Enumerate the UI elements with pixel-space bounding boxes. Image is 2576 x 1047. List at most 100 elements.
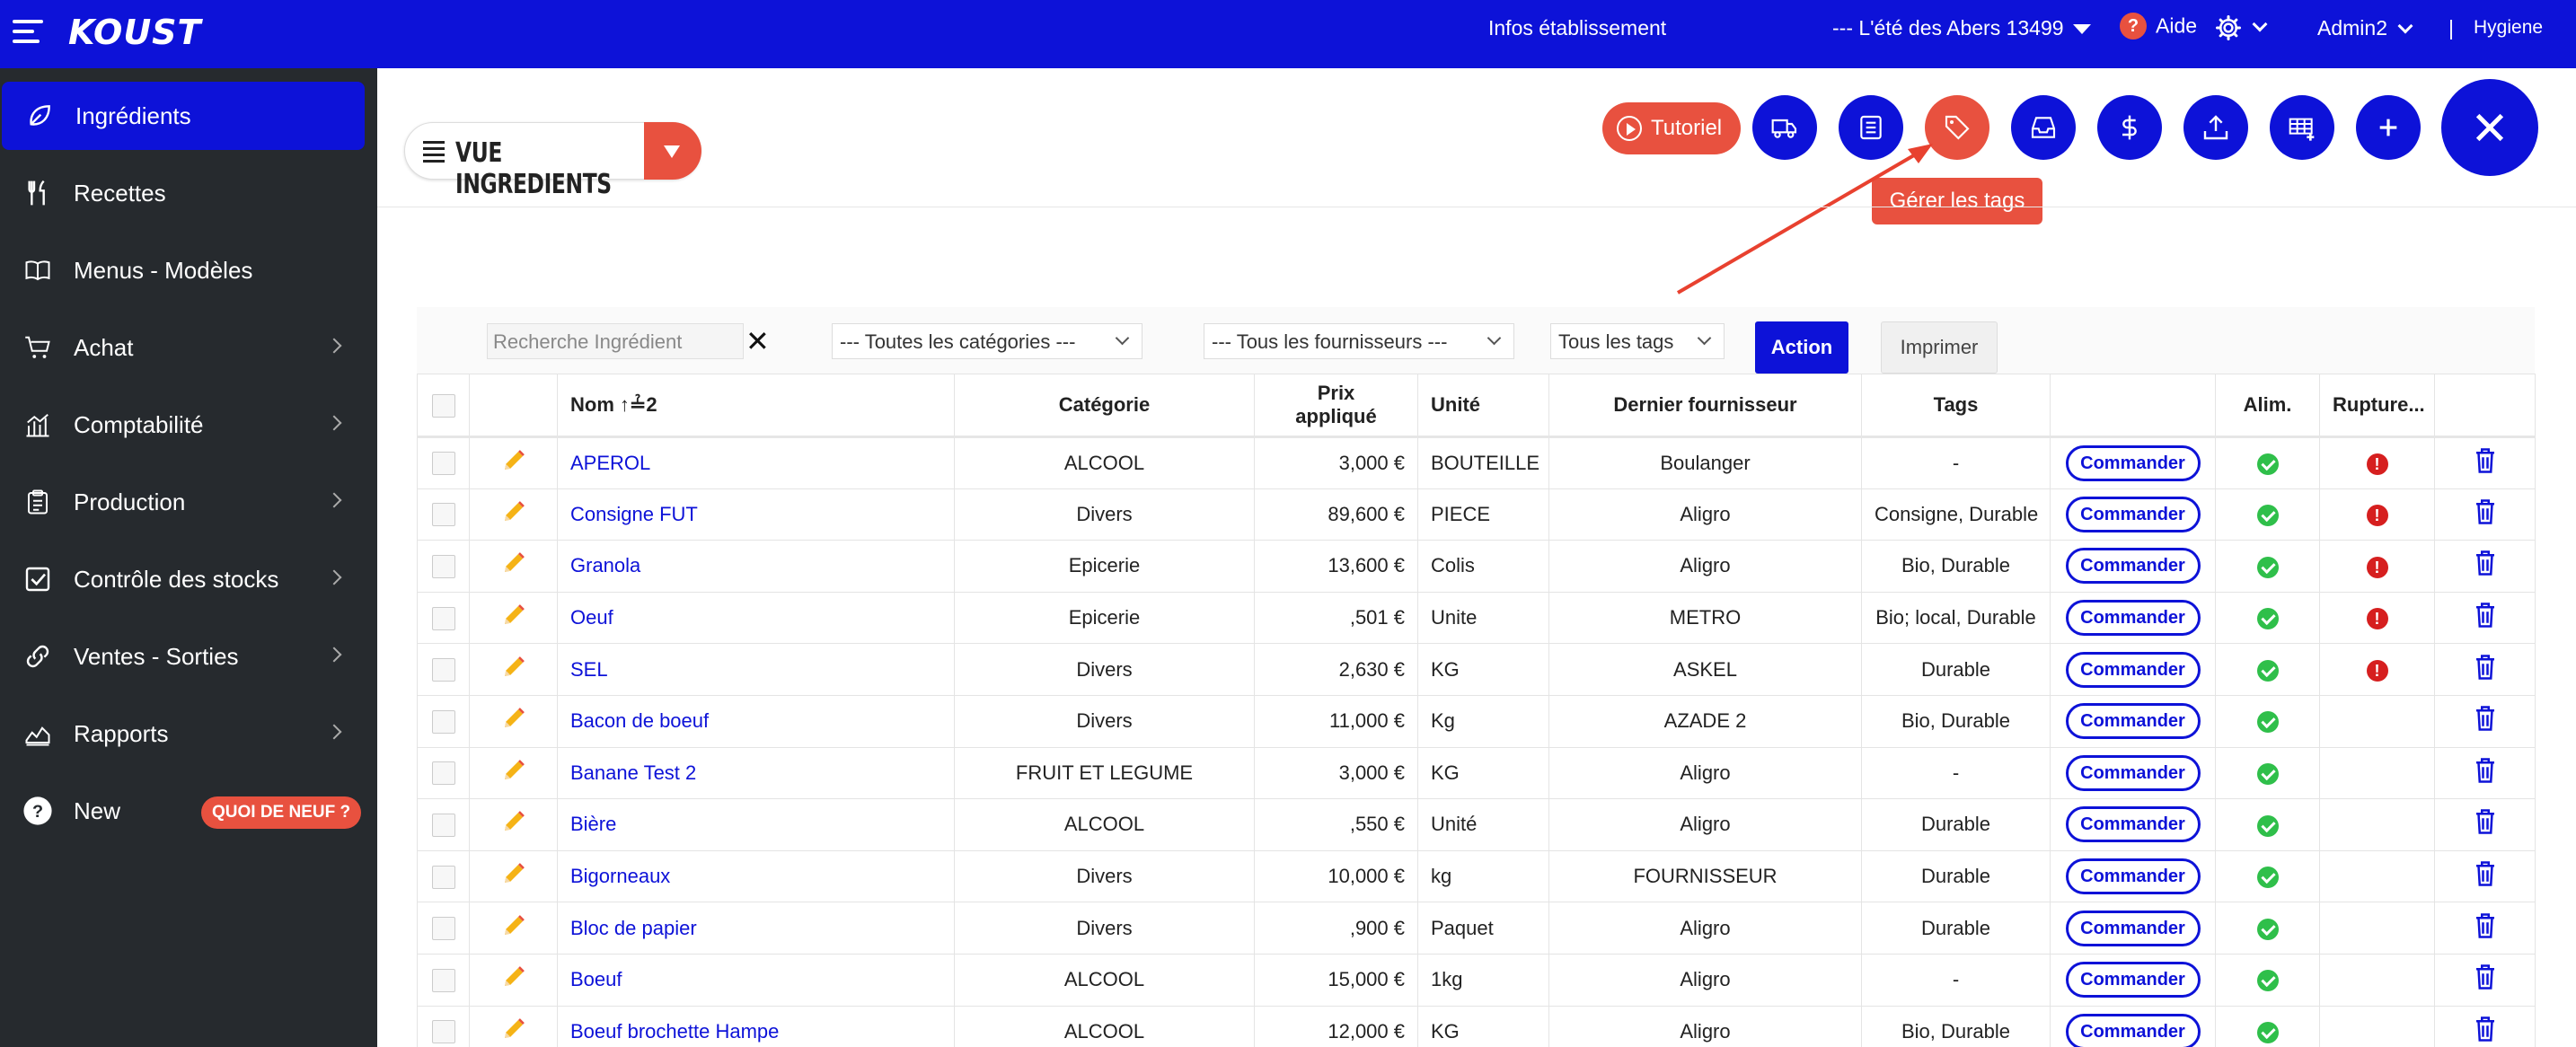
close-button[interactable] <box>2441 79 2538 176</box>
list-button[interactable] <box>1839 95 1903 160</box>
trash-icon[interactable] <box>2474 964 2497 995</box>
clear-search-icon[interactable]: ✕ <box>745 325 770 357</box>
sort-icon[interactable]: ↑≟2 <box>620 393 657 416</box>
ingredient-name-link[interactable]: APEROL <box>557 436 955 489</box>
tutorial-button[interactable]: Tutoriel <box>1602 102 1741 154</box>
sidebar-item-new[interactable]: ? New QUOI DE NEUF ? <box>0 777 377 845</box>
order-button[interactable]: Commander <box>2065 962 2201 999</box>
sidebar-item-stocks[interactable]: Contrôle des stocks <box>0 545 377 613</box>
row-checkbox[interactable] <box>431 761 455 786</box>
sidebar-item-ventes[interactable]: Ventes - Sorties <box>0 622 377 691</box>
pencil-icon[interactable] <box>500 863 527 892</box>
ingredient-name-link[interactable]: Bière <box>557 798 955 851</box>
order-button[interactable]: Commander <box>2065 600 2201 637</box>
row-checkbox[interactable] <box>431 917 455 941</box>
trash-icon[interactable] <box>2474 448 2497 479</box>
export-button[interactable] <box>2183 95 2248 160</box>
logo[interactable]: KOUST <box>68 13 201 52</box>
order-button[interactable]: Commander <box>2065 1013 2201 1047</box>
row-checkbox[interactable] <box>431 709 455 734</box>
tags-select[interactable]: Tous les tags <box>1550 323 1725 359</box>
ingredient-name-link[interactable]: Bacon de boeuf <box>557 694 955 748</box>
help-button[interactable]: ? Aide <box>2120 13 2197 40</box>
prices-button[interactable] <box>2097 95 2162 160</box>
category-select[interactable]: --- Toutes les catégories --- <box>832 323 1142 359</box>
order-button[interactable]: Commander <box>2065 754 2201 791</box>
row-checkbox[interactable] <box>431 555 455 579</box>
trash-icon[interactable] <box>2474 603 2497 633</box>
sidebar-item-recettes[interactable]: Recettes <box>0 159 377 227</box>
trash-icon[interactable] <box>2474 809 2497 840</box>
pencil-icon[interactable] <box>500 759 527 788</box>
order-button[interactable]: Commander <box>2065 806 2201 843</box>
supplier-select[interactable]: --- Tous les fournisseurs --- <box>1204 323 1514 359</box>
user-menu[interactable]: Admin2 <box>2317 16 2413 40</box>
ingredient-name-link[interactable]: Boeuf <box>557 953 955 1007</box>
column-header-rupture[interactable]: Rupture... <box>2319 374 2435 438</box>
menu-icon[interactable] <box>13 20 43 47</box>
ingredient-name-link[interactable]: Oeuf <box>557 591 955 645</box>
ingredient-name-link[interactable]: Granola <box>557 540 955 593</box>
column-header-supplier[interactable]: Dernier fournisseur <box>1548 374 1862 438</box>
inventory-button[interactable] <box>2011 95 2076 160</box>
order-button[interactable]: Commander <box>2065 703 2201 740</box>
view-selector[interactable]: VUE INGREDIENTS <box>404 122 701 200</box>
row-checkbox[interactable] <box>431 968 455 992</box>
trash-icon[interactable] <box>2474 1016 2497 1047</box>
ingredient-name-link[interactable]: SEL <box>557 643 955 696</box>
column-header-unit[interactable]: Unité <box>1417 374 1549 438</box>
hygiene-link[interactable]: Hygiene <box>2474 17 2543 39</box>
trash-icon[interactable] <box>2474 706 2497 736</box>
pencil-icon[interactable] <box>500 552 527 581</box>
row-checkbox[interactable] <box>431 814 455 838</box>
search-input[interactable]: Recherche Ingrédient <box>487 323 744 359</box>
pencil-icon[interactable] <box>500 966 527 995</box>
settings-menu[interactable] <box>2215 14 2268 41</box>
pencil-icon[interactable] <box>500 914 527 944</box>
column-header-name[interactable]: Nom ↑≟2 <box>557 374 955 438</box>
trash-icon[interactable] <box>2474 550 2497 581</box>
establishment-select[interactable]: --- L'été des Abers 13499 <box>1832 16 2091 40</box>
column-header-price[interactable]: Prix appliqué <box>1254 374 1418 438</box>
row-checkbox[interactable] <box>431 1020 455 1044</box>
sidebar-item-rapports[interactable]: Rapports <box>0 699 377 768</box>
print-button[interactable]: Imprimer <box>1881 321 1998 374</box>
ingredient-name-link[interactable]: Consigne FUT <box>557 488 955 541</box>
view-dropdown-button[interactable] <box>644 122 701 180</box>
pencil-icon[interactable] <box>500 811 527 840</box>
sidebar-item-production[interactable]: Production <box>0 468 377 536</box>
add-ingredient-button[interactable] <box>2356 95 2421 160</box>
trash-icon[interactable] <box>2474 654 2497 685</box>
pencil-icon[interactable] <box>500 1017 527 1047</box>
whats-new-badge[interactable]: QUOI DE NEUF ? <box>201 796 362 829</box>
sidebar-item-comptabilite[interactable]: Comptabilité <box>0 391 377 459</box>
pencil-icon[interactable] <box>500 604 527 633</box>
pencil-icon[interactable] <box>500 708 527 736</box>
ingredient-name-link[interactable]: Bigorneaux <box>557 849 955 903</box>
ingredient-name-link[interactable]: Banane Test 2 <box>557 746 955 800</box>
row-checkbox[interactable] <box>431 606 455 630</box>
row-checkbox[interactable] <box>431 658 455 682</box>
row-checkbox[interactable] <box>431 865 455 889</box>
row-checkbox[interactable] <box>431 452 455 476</box>
order-button[interactable]: Commander <box>2065 444 2201 481</box>
table-add-button[interactable] <box>2270 95 2334 160</box>
sidebar-item-ingredients[interactable]: Ingrédients <box>2 82 365 150</box>
establishment-info-link[interactable]: Infos établissement <box>1488 16 1666 40</box>
trash-icon[interactable] <box>2474 758 2497 788</box>
ingredient-name-link[interactable]: Bloc de papier <box>557 902 955 955</box>
pencil-icon[interactable] <box>500 501 527 530</box>
sidebar-item-achat[interactable]: Achat <box>0 313 377 382</box>
pencil-icon[interactable] <box>500 449 527 479</box>
trash-icon[interactable] <box>2474 861 2497 892</box>
order-button[interactable]: Commander <box>2065 496 2201 532</box>
order-button[interactable]: Commander <box>2065 858 2201 895</box>
order-button[interactable]: Commander <box>2065 910 2201 946</box>
column-header-tags[interactable]: Tags <box>1861 374 2051 438</box>
action-button[interactable]: Action <box>1755 321 1848 374</box>
order-button[interactable]: Commander <box>2065 548 2201 585</box>
column-header-alim[interactable]: Alim. <box>2215 374 2320 438</box>
trash-icon[interactable] <box>2474 499 2497 530</box>
order-button[interactable]: Commander <box>2065 651 2201 688</box>
ingredient-name-link[interactable]: Boeuf brochette Hampe <box>557 1005 955 1047</box>
